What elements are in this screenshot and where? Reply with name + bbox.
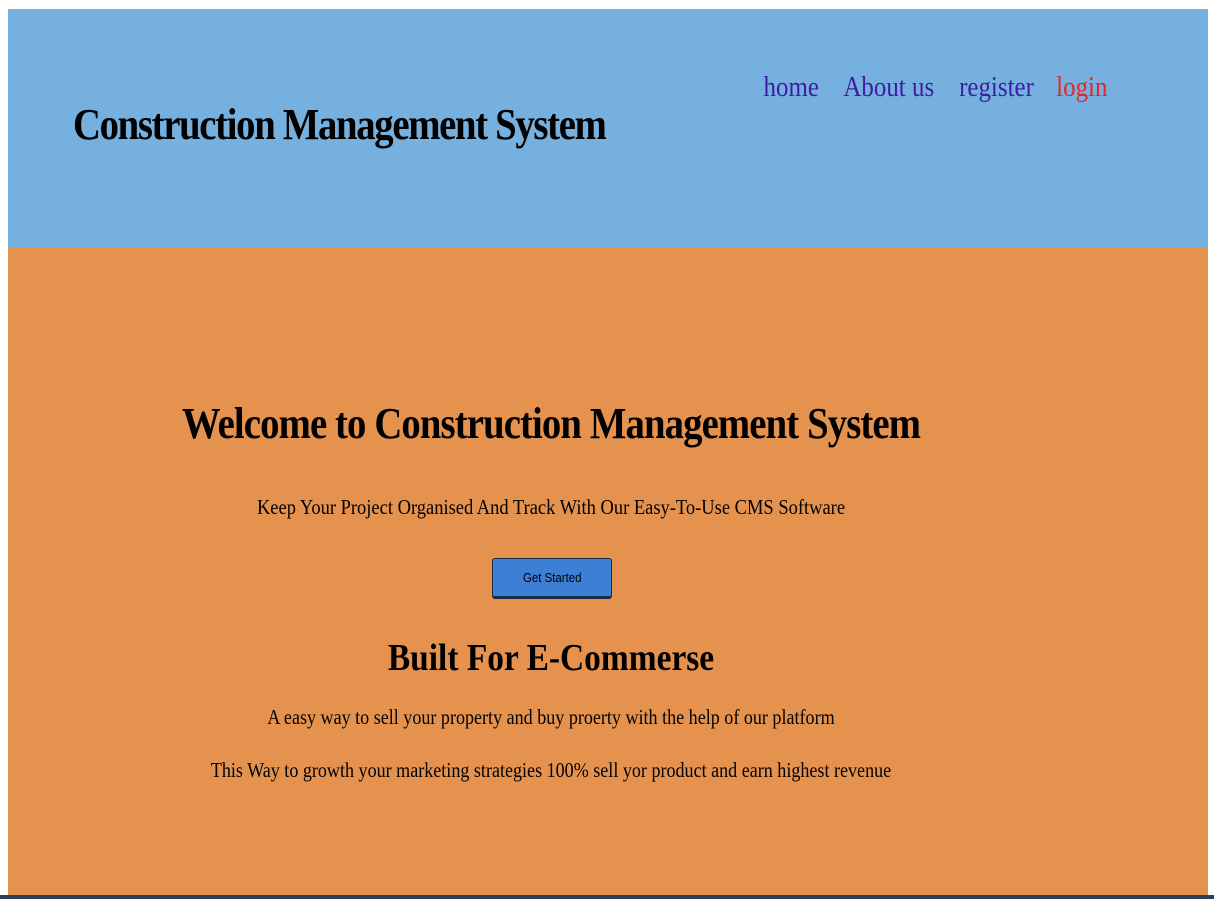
description-line-2: This Way to growth your marketing strate… — [210, 758, 892, 782]
bottom-border — [0, 895, 1214, 899]
nav-link-register[interactable]: register — [959, 71, 1034, 104]
header: Construction Management System home Abou… — [8, 9, 1208, 248]
main-nav: home About us register login — [763, 71, 1108, 104]
site-title: Construction Management System — [73, 100, 607, 149]
get-started-label: Get Started — [522, 570, 582, 585]
main-section: Welcome to Construction Management Syste… — [8, 248, 1208, 896]
page: Construction Management System home Abou… — [8, 9, 1208, 896]
welcome-heading: Welcome to Construction Management Syste… — [181, 399, 921, 448]
tagline: Keep Your Project Organised And Track Wi… — [256, 495, 846, 519]
nav-link-about[interactable]: About us — [843, 71, 934, 104]
get-started-button[interactable]: Get Started — [492, 558, 612, 599]
nav-link-home[interactable]: home — [764, 71, 819, 104]
description-line-1: A easy way to sell your property and buy… — [267, 705, 835, 729]
nav-link-login[interactable]: login — [1057, 71, 1108, 104]
ecommerce-heading: Built For E-Commerse — [387, 637, 715, 679]
